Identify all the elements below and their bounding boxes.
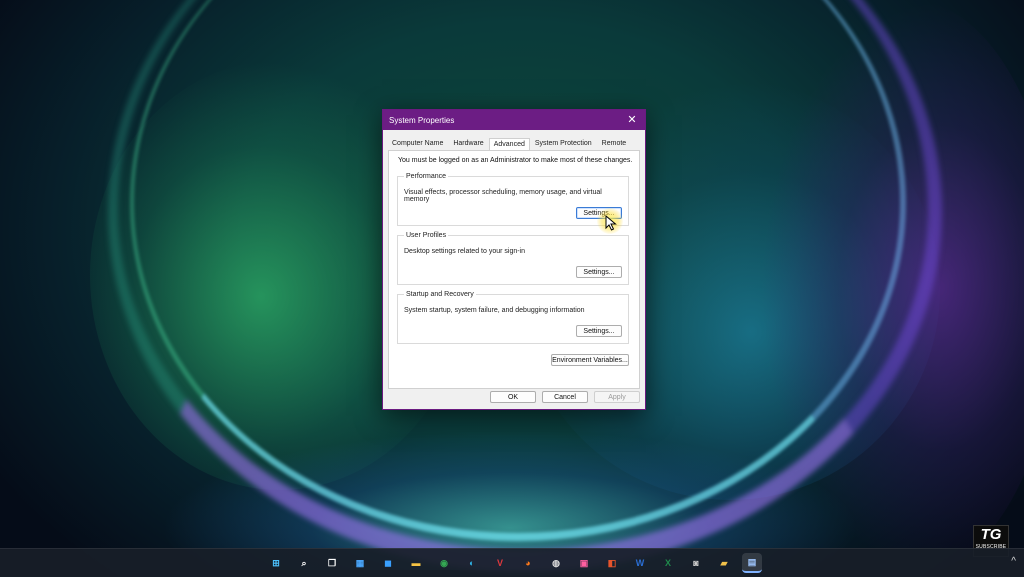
- tab-hardware[interactable]: Hardware: [448, 137, 488, 150]
- startup-recovery-group: Startup and Recovery System startup, sys…: [397, 291, 629, 344]
- store-icon[interactable]: ◼: [378, 553, 398, 573]
- system-properties-icon[interactable]: ▤: [742, 553, 762, 573]
- performance-description: Visual effects, processor scheduling, me…: [404, 189, 602, 203]
- widgets-icon[interactable]: ▦: [350, 553, 370, 573]
- office-icon[interactable]: ◧: [602, 553, 622, 573]
- user-profiles-settings-button[interactable]: Settings...: [576, 266, 622, 278]
- task-view-icon[interactable]: ❐: [322, 553, 342, 573]
- user-profiles-description: Desktop settings related to your sign-in: [404, 248, 526, 255]
- admin-note: You must be logged on as an Administrato…: [398, 157, 633, 164]
- tab-system-protection[interactable]: System Protection: [530, 137, 597, 150]
- vivaldi-icon[interactable]: V: [490, 553, 510, 573]
- ok-button[interactable]: OK: [490, 391, 536, 403]
- mouse-pointer-icon: [605, 215, 617, 231]
- photos-icon[interactable]: ▣: [574, 553, 594, 573]
- system-properties-dialog: System Properties ✕ Computer Name Hardwa…: [382, 109, 646, 410]
- startup-recovery-description: System startup, system failure, and debu…: [404, 307, 585, 314]
- start-icon[interactable]: ⊞: [266, 553, 286, 573]
- advanced-tab-panel: You must be logged on as an Administrato…: [388, 150, 640, 389]
- search-icon[interactable]: ⌕: [294, 553, 314, 573]
- file-explorer-icon[interactable]: ▬: [406, 553, 426, 573]
- tray-chevron-icon[interactable]: ^: [1011, 556, 1016, 567]
- cancel-button[interactable]: Cancel: [542, 391, 588, 403]
- startup-recovery-title: Startup and Recovery: [404, 291, 476, 298]
- obs-icon[interactable]: ◍: [546, 553, 566, 573]
- user-profiles-group: User Profiles Desktop settings related t…: [397, 232, 629, 285]
- tab-computer-name[interactable]: Computer Name: [387, 137, 448, 150]
- dialog-titlebar[interactable]: System Properties ✕: [383, 110, 645, 130]
- excel-icon[interactable]: X: [658, 553, 678, 573]
- taskbar: ⊞ ⌕ ❐ ▦ ◼ ▬ ◉ ◐ V ◕ ◍ ▣ ◧ W X ◙ ▰ ▤ ^: [0, 548, 1024, 577]
- user-profiles-title: User Profiles: [404, 232, 449, 239]
- word-icon[interactable]: W: [630, 553, 650, 573]
- chrome-icon[interactable]: ◉: [434, 553, 454, 573]
- edge-icon[interactable]: ◐: [462, 553, 482, 573]
- folder-icon[interactable]: ▰: [714, 553, 734, 573]
- dialog-title: System Properties: [389, 115, 455, 125]
- environment-variables-button[interactable]: Environment Variables...: [551, 354, 629, 366]
- tab-remote[interactable]: Remote: [597, 137, 632, 150]
- startup-recovery-settings-button[interactable]: Settings...: [576, 325, 622, 337]
- tab-strip: Computer Name Hardware Advanced System P…: [383, 134, 645, 151]
- camera-icon[interactable]: ◙: [686, 553, 706, 573]
- close-icon[interactable]: ✕: [625, 114, 639, 126]
- taskbar-icons: ⊞ ⌕ ❐ ▦ ◼ ▬ ◉ ◐ V ◕ ◍ ▣ ◧ W X ◙ ▰ ▤: [262, 549, 766, 577]
- performance-group: Performance Visual effects, processor sc…: [397, 173, 629, 226]
- tg-logo-text: TG: [980, 526, 1002, 543]
- apply-button[interactable]: Apply: [594, 391, 640, 403]
- firefox-icon[interactable]: ◕: [518, 553, 538, 573]
- performance-title: Performance: [404, 173, 449, 180]
